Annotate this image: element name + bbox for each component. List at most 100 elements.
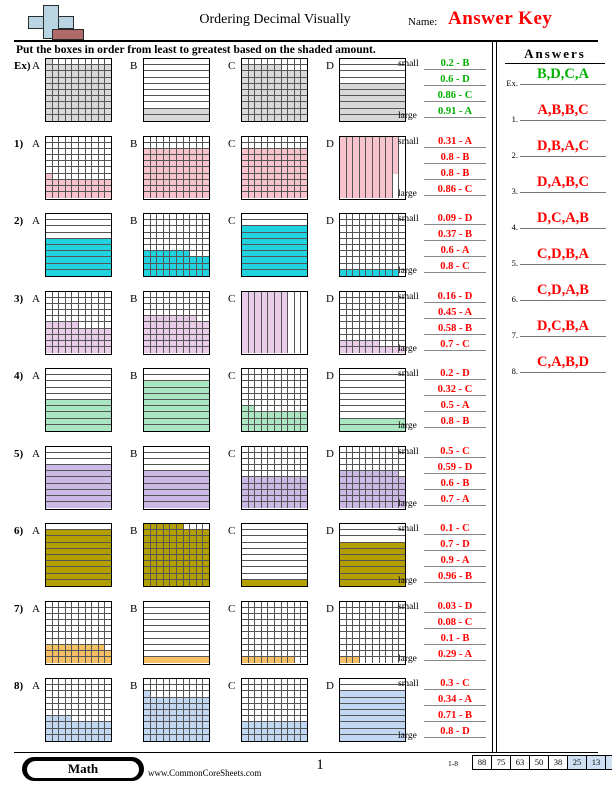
ordered-value-line[interactable]: 0.8 - D bbox=[424, 726, 486, 738]
ordered-value-line[interactable]: 0.16 - D bbox=[424, 291, 486, 303]
decimal-grid-box bbox=[45, 678, 112, 742]
answer-row-number: 4. bbox=[511, 222, 518, 232]
decimal-grid-box bbox=[143, 523, 210, 587]
ordered-value-line[interactable]: 0.2 - B bbox=[424, 58, 486, 70]
box-label: A bbox=[32, 60, 40, 72]
ordered-value-line[interactable]: 0.1 - B bbox=[424, 633, 486, 645]
answer-row-number: 8. bbox=[511, 366, 518, 376]
ordered-value-line[interactable]: 0.29 - A bbox=[424, 649, 486, 661]
box-label: C bbox=[228, 525, 236, 537]
ordered-value-line[interactable]: 0.86 - C bbox=[424, 90, 486, 102]
ordered-value-line[interactable]: 0.6 - A bbox=[424, 245, 486, 257]
box-label: B bbox=[130, 602, 138, 615]
ordered-value-line[interactable]: 0.6 - D bbox=[424, 74, 486, 86]
decimal-grid-box bbox=[45, 368, 112, 432]
problem-number: 7) bbox=[14, 602, 24, 615]
ordered-value-line[interactable]: 0.8 - B bbox=[424, 168, 486, 180]
ordered-value-line[interactable]: 0.59 - D bbox=[424, 462, 486, 474]
problem-number: 1) bbox=[14, 137, 24, 150]
box-group-c: C bbox=[228, 368, 312, 434]
decimal-grid-box bbox=[339, 58, 406, 122]
ordered-value-line[interactable]: 0.58 - B bbox=[424, 323, 486, 335]
ordered-value-line[interactable]: 0.8 - C bbox=[424, 261, 486, 273]
ordered-value-line[interactable]: 0.8 - B bbox=[424, 152, 486, 164]
ordered-value-line[interactable]: 0.5 - C bbox=[424, 446, 486, 458]
ordered-value-line[interactable]: 0.96 - B bbox=[424, 571, 486, 583]
decimal-grid-box bbox=[339, 290, 406, 355]
large-label: large bbox=[398, 576, 417, 586]
box-label: B bbox=[130, 525, 138, 537]
problem-row: 5) A B C Dsmall large 0.5 - C 0.59 - D 0.6 - B 0.… bbox=[0, 445, 492, 512]
box-group-b: B bbox=[130, 678, 214, 744]
decimal-grid-box bbox=[143, 290, 210, 355]
answer-row-number: 5. bbox=[511, 258, 518, 268]
box-label: D bbox=[326, 370, 334, 382]
answers-heading: Answers bbox=[505, 46, 605, 64]
ordered-value-line[interactable]: 0.03 - D bbox=[424, 601, 486, 613]
ordered-value-line[interactable]: 0.31 - A bbox=[424, 136, 486, 148]
problem-number: 8) bbox=[14, 680, 24, 692]
ordered-value-line[interactable]: 0.7 - D bbox=[424, 539, 486, 551]
large-label: large bbox=[398, 343, 417, 354]
decimal-grid-box bbox=[241, 290, 308, 355]
decimal-grid-box bbox=[45, 58, 112, 122]
problem-number: 3) bbox=[14, 292, 24, 305]
box-group-c: C bbox=[228, 678, 312, 744]
answer-row: 7. D,C,B,A bbox=[500, 318, 608, 352]
answer-row-number: 2. bbox=[511, 150, 518, 160]
problem-number: Ex) bbox=[14, 60, 31, 72]
ordered-value-line[interactable]: 0.34 - A bbox=[424, 694, 486, 706]
problem-row: 4) A B C Dsmall large 0.2 - D 0.32 - C 0.5 - A 0.… bbox=[0, 368, 492, 434]
decimal-grid-box bbox=[45, 135, 112, 200]
ordered-value-line[interactable]: 0.2 - D bbox=[424, 368, 486, 380]
ordered-value-line[interactable]: 0.91 - A bbox=[424, 106, 486, 118]
problem-row: 6) A B C Dsmall large 0.1 - C 0.7 - D 0.9 - A 0.9… bbox=[0, 523, 492, 589]
ordered-value-line[interactable]: 0.8 - B bbox=[424, 416, 486, 428]
problem-number: 6) bbox=[14, 525, 24, 537]
ordered-value-line[interactable]: 0.7 - C bbox=[424, 339, 486, 351]
small-label: small bbox=[398, 59, 419, 69]
score-cell: 25 bbox=[568, 756, 587, 769]
decimal-grid-box bbox=[45, 523, 112, 587]
box-group-a: A bbox=[32, 290, 116, 357]
ordered-value-line[interactable]: 0.08 - C bbox=[424, 617, 486, 629]
answer-row-value: D,B,A,C bbox=[520, 138, 606, 157]
ordered-value-line[interactable]: 0.45 - A bbox=[424, 307, 486, 319]
ordered-value-line[interactable]: 0.86 - C bbox=[424, 184, 486, 196]
ordered-value-line[interactable]: 0.3 - C bbox=[424, 678, 486, 690]
ordering-answer-lines: small large 0.5 - C 0.59 - D 0.6 - B 0.7 - A bbox=[398, 446, 490, 512]
ordering-answer-lines: small large 0.1 - C 0.7 - D 0.9 - A 0.96 - B bbox=[398, 523, 490, 589]
ordered-value-line[interactable]: 0.1 - C bbox=[424, 523, 486, 535]
answer-row-value: B,D,C,A bbox=[520, 66, 606, 85]
ordered-value-line[interactable]: 0.7 - A bbox=[424, 494, 486, 506]
score-cell: 13 bbox=[587, 756, 606, 769]
box-label: D bbox=[326, 292, 334, 305]
answer-row: Ex. B,D,C,A bbox=[500, 66, 608, 100]
box-label: C bbox=[228, 137, 236, 150]
ordered-value-line[interactable]: 0.6 - B bbox=[424, 478, 486, 490]
box-label: B bbox=[130, 137, 138, 150]
box-group-a: A bbox=[32, 445, 116, 512]
decimal-grid-box bbox=[241, 445, 308, 510]
box-group-a: A bbox=[32, 58, 116, 124]
decimal-grid-box bbox=[339, 213, 406, 277]
ordered-value-line[interactable]: 0.71 - B bbox=[424, 710, 486, 722]
box-group-a: A bbox=[32, 523, 116, 589]
box-label: A bbox=[32, 680, 40, 692]
decimal-grid-box bbox=[339, 600, 406, 665]
box-label: A bbox=[32, 602, 40, 615]
score-cell: 38 bbox=[549, 756, 568, 769]
ordered-value-line[interactable]: 0.37 - B bbox=[424, 229, 486, 241]
decimal-grid-box bbox=[241, 678, 308, 742]
box-group-b: B bbox=[130, 368, 214, 434]
decimal-grid-box bbox=[143, 600, 210, 665]
page-title: Ordering Decimal Visually bbox=[199, 12, 351, 27]
ordered-value-line[interactable]: 0.9 - A bbox=[424, 555, 486, 567]
ordering-answer-lines: small large 0.03 - D 0.08 - C 0.1 - B 0.29 - … bbox=[398, 601, 490, 667]
ordered-value-line[interactable]: 0.5 - A bbox=[424, 400, 486, 412]
problem-row: 8) A B C Dsmall large 0.3 - C 0.34 - A 0.71 - B 0… bbox=[0, 678, 492, 744]
answer-row-number: Ex. bbox=[506, 78, 518, 88]
ordered-value-line[interactable]: 0.09 - D bbox=[424, 213, 486, 225]
box-label: A bbox=[32, 215, 40, 227]
ordered-value-line[interactable]: 0.32 - C bbox=[424, 384, 486, 396]
